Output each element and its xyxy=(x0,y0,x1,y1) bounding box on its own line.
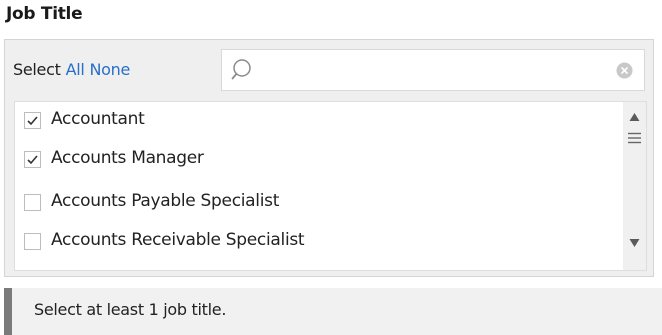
list-item-label: Accounts Payable Specialist xyxy=(51,191,280,211)
scroll-down-icon[interactable] xyxy=(629,238,640,248)
checkbox[interactable] xyxy=(24,233,41,250)
validation-message: Select at least 1 job title. xyxy=(4,288,662,335)
filter-panel: Select All None Accountant Accounts Mana… xyxy=(4,39,654,277)
checkbox[interactable] xyxy=(24,151,41,168)
job-title-list: Accountant Accounts Manager Accounts Pay… xyxy=(14,101,647,271)
checkbox[interactable] xyxy=(24,194,41,211)
filter-title: Job Title xyxy=(6,4,83,24)
clear-search-icon[interactable] xyxy=(616,62,633,79)
validation-text: Select at least 1 job title. xyxy=(34,300,227,319)
select-label: Select xyxy=(13,60,61,79)
search-icon xyxy=(231,58,257,84)
select-all-link[interactable]: All xyxy=(66,60,85,79)
select-controls: Select All None xyxy=(13,60,130,79)
list-scrollbar[interactable] xyxy=(623,102,646,270)
job-title-filter: Job Title Select All None Accountant Acc… xyxy=(0,0,662,335)
checkbox[interactable] xyxy=(24,112,41,129)
scroll-grip-icon[interactable] xyxy=(628,132,641,144)
list-item-label: Accounts Manager xyxy=(51,148,204,168)
checkmark-icon xyxy=(27,116,38,126)
list-item-label: Accounts Receivable Specialist xyxy=(51,230,305,250)
list-item[interactable]: Accounts Payable Specialist xyxy=(15,187,620,223)
list-item[interactable]: Accountant xyxy=(15,105,620,141)
list-item[interactable]: Accounts Receivable Specialist xyxy=(15,226,620,262)
scroll-up-icon[interactable] xyxy=(629,112,640,122)
search-input[interactable] xyxy=(264,56,598,86)
checkmark-icon xyxy=(27,155,38,165)
list-item[interactable]: Accounts Manager xyxy=(15,144,620,180)
search-box[interactable] xyxy=(221,49,645,91)
select-none-link[interactable]: None xyxy=(90,60,131,79)
list-item-label: Accountant xyxy=(51,109,145,129)
